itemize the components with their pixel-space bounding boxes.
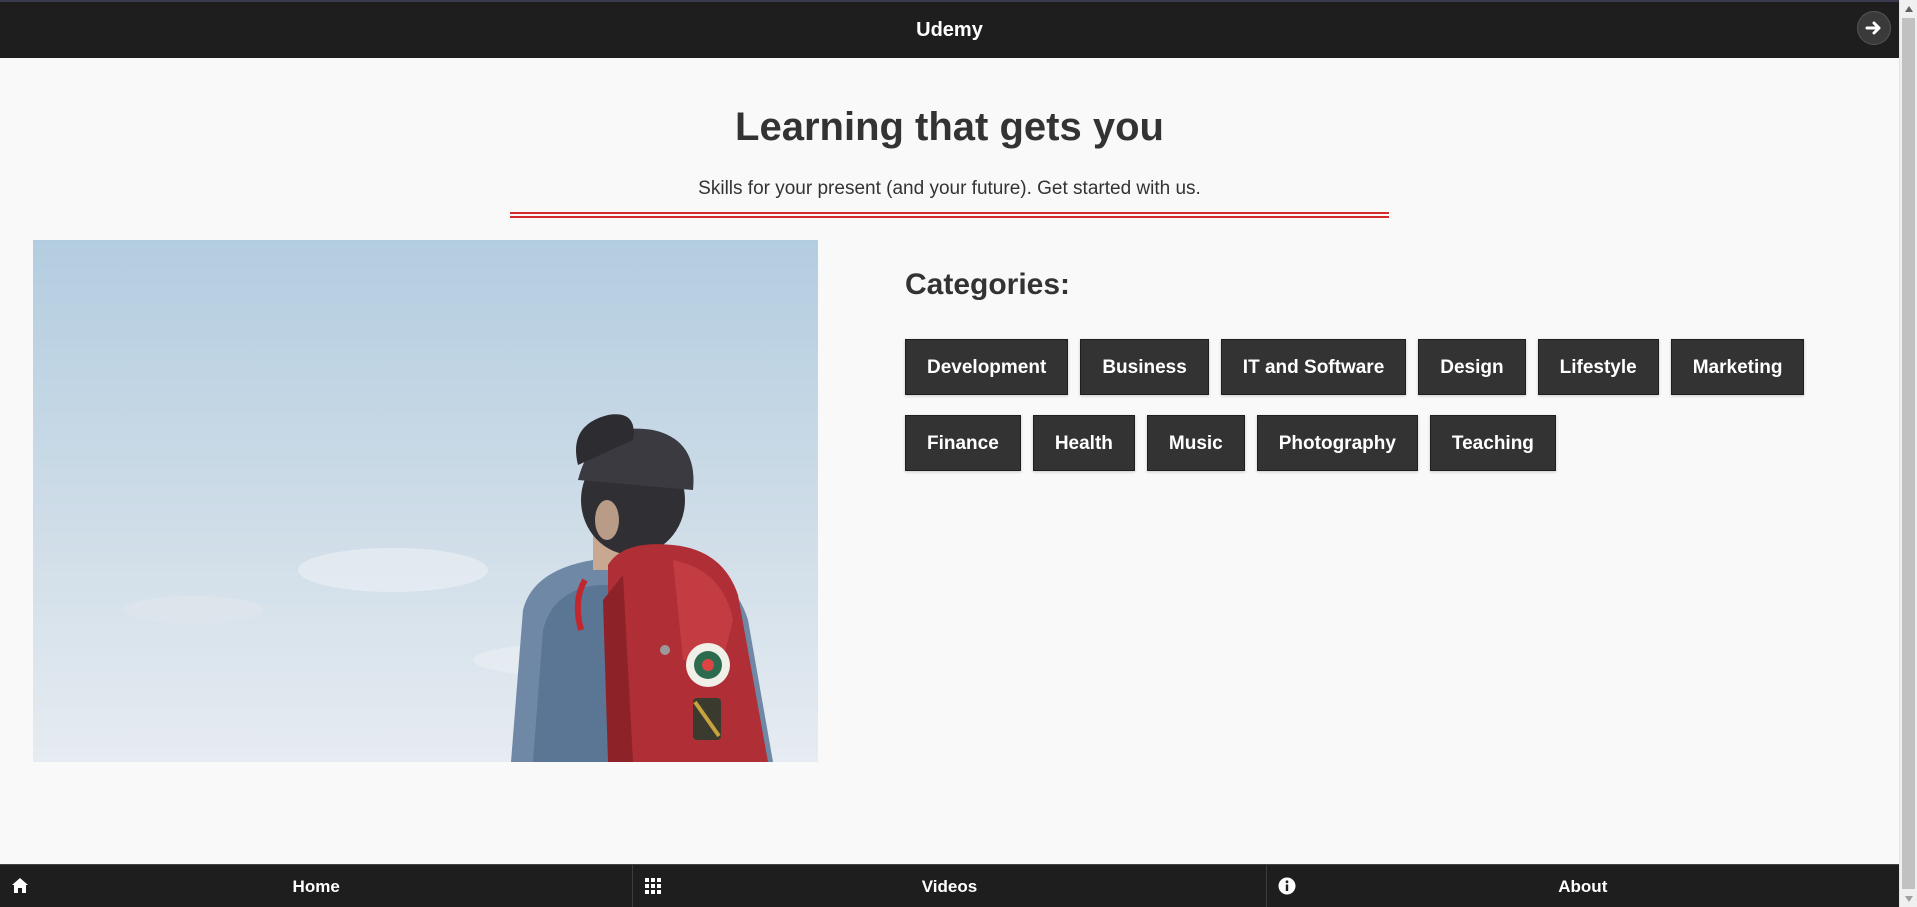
- scroll-down-arrow-icon[interactable]: [1900, 890, 1917, 907]
- category-business-button[interactable]: Business: [1080, 339, 1209, 395]
- category-teaching-button[interactable]: Teaching: [1429, 415, 1556, 471]
- app-title: Udemy: [916, 19, 983, 41]
- top-header-bar: Udemy: [0, 0, 1899, 58]
- category-marketing-button[interactable]: Marketing: [1670, 339, 1805, 395]
- category-photography-button[interactable]: Photography: [1256, 415, 1418, 471]
- category-lifestyle-button[interactable]: Lifestyle: [1537, 339, 1659, 395]
- categories-heading: Categories:: [905, 268, 1071, 301]
- category-list: Development Business IT and Software Des…: [905, 339, 1855, 471]
- hero-subtitle: Skills for your present (and your future…: [698, 178, 1201, 199]
- category-it-and-software-button[interactable]: IT and Software: [1220, 339, 1407, 395]
- category-design-button[interactable]: Design: [1418, 339, 1526, 395]
- nav-home-label: Home: [292, 877, 340, 896]
- page-scrollbar[interactable]: [1899, 0, 1917, 907]
- hero-title: Learning that gets you: [735, 105, 1164, 149]
- category-health-button[interactable]: Health: [1032, 415, 1135, 471]
- scrollbar-thumb[interactable]: [1902, 18, 1915, 889]
- hero-photo: [33, 240, 818, 762]
- scroll-up-arrow-icon[interactable]: [1900, 0, 1917, 17]
- hero-divider: [510, 212, 1389, 218]
- category-development-button[interactable]: Development: [905, 339, 1069, 395]
- nav-home[interactable]: Home: [0, 865, 634, 907]
- category-music-button[interactable]: Music: [1146, 415, 1245, 471]
- nav-about-label: About: [1558, 877, 1608, 896]
- forward-button[interactable]: [1857, 11, 1891, 45]
- category-finance-button[interactable]: Finance: [905, 415, 1021, 471]
- nav-videos[interactable]: Videos: [633, 865, 1267, 907]
- bottom-navbar: Home Videos About: [0, 864, 1899, 907]
- nav-about[interactable]: About: [1267, 865, 1899, 907]
- nav-videos-label: Videos: [921, 877, 978, 896]
- arrow-right-icon: [1865, 21, 1881, 35]
